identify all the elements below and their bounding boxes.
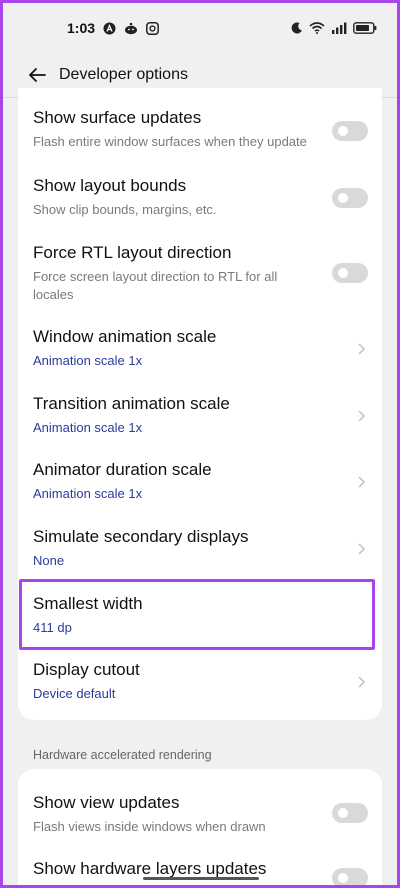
- setting-value: Animation scale 1x: [33, 353, 143, 368]
- chevron-right-icon: [358, 343, 366, 355]
- moon-icon: [291, 22, 303, 34]
- battery-icon: [353, 22, 377, 34]
- chevron-right-icon: [358, 410, 366, 422]
- signal-icon: [331, 22, 347, 34]
- setting-value: None: [33, 553, 65, 568]
- setting-simulate-secondary-displays[interactable]: Simulate secondary displays None: [18, 526, 382, 574]
- reddit-icon: [124, 22, 138, 35]
- section-header: Hardware accelerated rendering: [33, 748, 212, 762]
- setting-transition-animation-scale[interactable]: Transition animation scale Animation sca…: [18, 393, 382, 441]
- setting-force-rtl[interactable]: Force RTL layout direction Force screen …: [18, 242, 382, 308]
- setting-title: Smallest width: [33, 594, 143, 613]
- toggle-switch[interactable]: [332, 121, 368, 141]
- status-time: 1:03: [67, 20, 96, 36]
- setting-title: Show surface updates: [33, 108, 202, 127]
- setting-title: Show layout bounds: [33, 176, 187, 195]
- setting-show-hardware-layers-updates[interactable]: Show hardware layers updates: [18, 858, 382, 885]
- setting-show-layout-bounds[interactable]: Show layout bounds Show clip bounds, mar…: [18, 175, 382, 223]
- setting-title: Animator duration scale: [33, 460, 212, 479]
- setting-title: Transition animation scale: [33, 394, 230, 413]
- toggle-switch[interactable]: [332, 868, 368, 885]
- screen: 1:03 Developer options Show surface upda…: [3, 3, 397, 885]
- setting-subtitle: Flash entire window surfaces when they u…: [33, 134, 307, 149]
- setting-title: Window animation scale: [33, 327, 217, 346]
- setting-subtitle: Show clip bounds, margins, etc.: [33, 202, 217, 217]
- setting-window-animation-scale[interactable]: Window animation scale Animation scale 1…: [18, 326, 382, 374]
- setting-subtitle: Force screen layout direction to RTL for…: [33, 269, 278, 302]
- setting-title: Simulate secondary displays: [33, 527, 249, 546]
- setting-value: Device default: [33, 686, 116, 701]
- settings-card: Show surface updates Flash entire window…: [18, 88, 382, 720]
- chevron-right-icon: [358, 676, 366, 688]
- setting-smallest-width[interactable]: Smallest width 411 dp: [18, 593, 382, 641]
- chevron-right-icon: [358, 476, 366, 488]
- page-title: Developer options: [59, 66, 188, 83]
- setting-display-cutout[interactable]: Display cutout Device default: [18, 659, 382, 707]
- setting-title: Force RTL layout direction: [33, 243, 232, 262]
- setting-value: 411 dp: [33, 620, 72, 635]
- chevron-right-icon: [358, 543, 366, 555]
- hardware-rendering-card: Show view updates Flash views inside win…: [18, 769, 382, 885]
- setting-show-view-updates[interactable]: Show view updates Flash views inside win…: [18, 792, 382, 840]
- setting-value: Animation scale 1x: [33, 420, 143, 435]
- setting-value: Animation scale 1x: [33, 486, 143, 501]
- autonomous-icon: [103, 22, 116, 35]
- toggle-switch[interactable]: [332, 263, 368, 283]
- home-indicator[interactable]: [143, 877, 259, 880]
- arrow-left-icon: [29, 68, 46, 82]
- setting-animator-duration-scale[interactable]: Animator duration scale Animation scale …: [18, 459, 382, 507]
- status-bar: 1:03: [3, 3, 397, 53]
- setting-title: Show view updates: [33, 793, 180, 812]
- setting-title: Display cutout: [33, 660, 140, 679]
- toggle-switch[interactable]: [332, 188, 368, 208]
- setting-show-surface-updates[interactable]: Show surface updates Flash entire window…: [18, 107, 382, 163]
- toggle-switch[interactable]: [332, 803, 368, 823]
- setting-subtitle: Flash views inside windows when drawn: [33, 819, 266, 834]
- app-icon: [146, 21, 159, 35]
- wifi-icon: [309, 22, 325, 34]
